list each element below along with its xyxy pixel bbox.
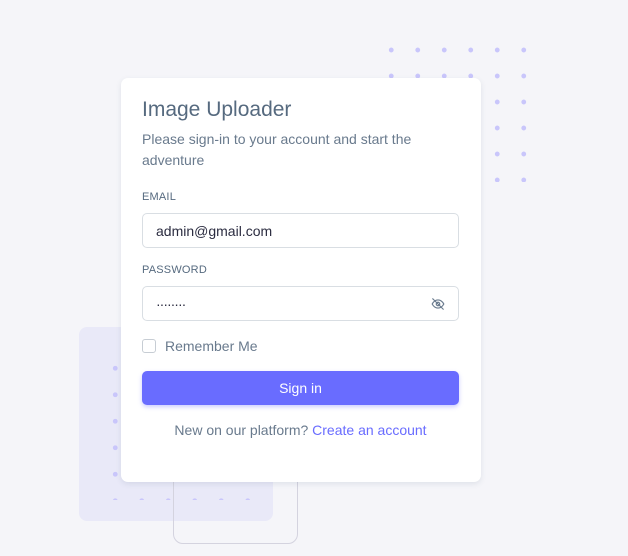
remember-me-label[interactable]: Remember Me xyxy=(165,338,258,354)
password-label: PASSWORD xyxy=(142,264,207,276)
page-subtitle: Please sign-in to your account and start… xyxy=(142,131,412,168)
signup-prompt-text: New on our platform? xyxy=(174,422,309,438)
remember-me-checkbox[interactable] xyxy=(142,339,156,353)
email-label: EMAIL xyxy=(142,191,177,203)
password-field[interactable] xyxy=(143,287,426,320)
sign-in-button[interactable]: Sign in xyxy=(142,371,459,405)
page-title: Image Uploader xyxy=(142,98,292,121)
eye-off-icon[interactable] xyxy=(431,297,445,311)
signup-prompt: New on our platform? Create an account xyxy=(142,422,459,438)
password-field-wrapper xyxy=(142,286,459,321)
remember-me-row: Remember Me xyxy=(142,337,460,355)
email-field-wrapper xyxy=(142,213,459,248)
email-field[interactable] xyxy=(143,214,426,247)
login-page: Image Uploader Please sign-in to your ac… xyxy=(0,0,628,556)
login-card: Image Uploader Please sign-in to your ac… xyxy=(121,78,481,482)
create-account-link[interactable]: Create an account xyxy=(312,422,426,438)
